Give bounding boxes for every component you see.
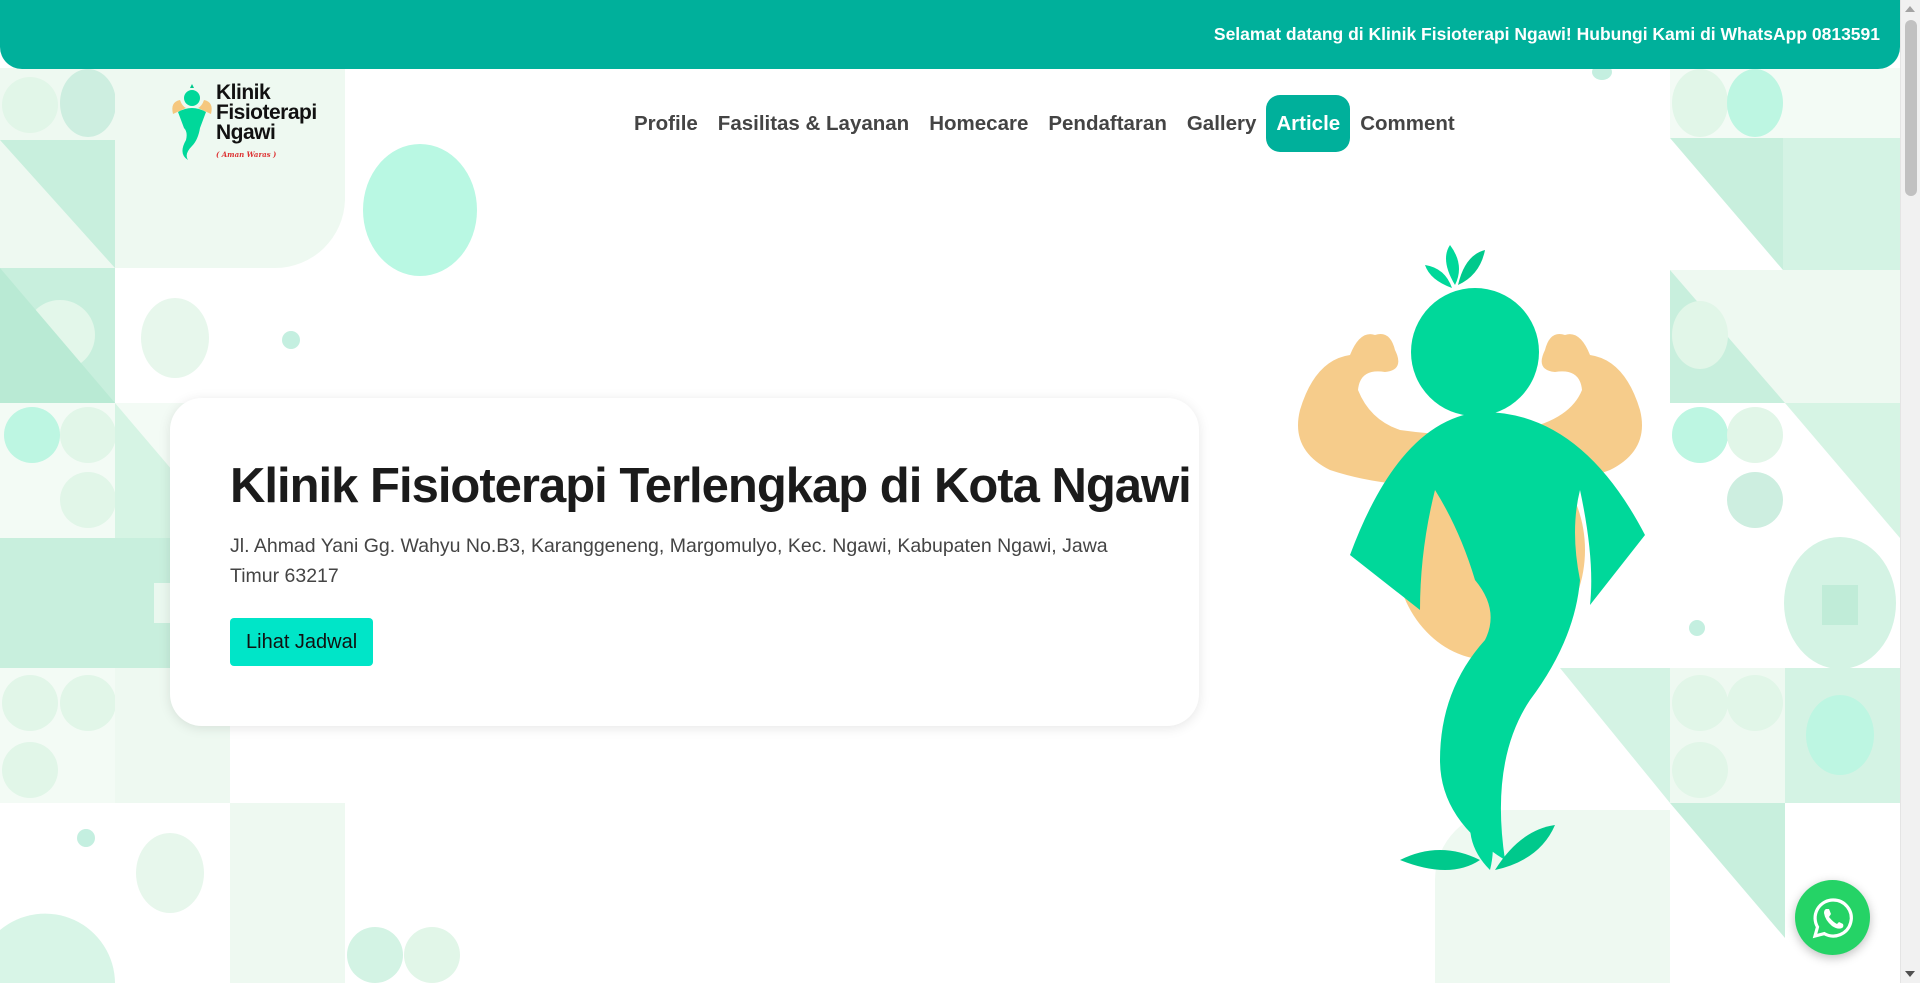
whatsapp-button[interactable] [1795, 880, 1870, 955]
hero-address: Jl. Ahmad Yani Gg. Wahyu No.B3, Karangge… [230, 535, 1108, 587]
page-scrollbar[interactable] [1900, 0, 1920, 983]
hero-card: Klinik Fisioterapi Terlengkap di Kota Ng… [170, 398, 1199, 726]
announcement-text: Selamat datang di Klinik Fisioterapi Nga… [1213, 24, 1880, 44]
logo-line-1: Klinik [216, 81, 271, 104]
nav-item-profile[interactable]: Profile [624, 95, 708, 152]
nav-item-article[interactable]: Article [1266, 95, 1351, 152]
logo-line-3: Ngawi [216, 121, 276, 144]
nav-item-comment[interactable]: Comment [1350, 95, 1465, 152]
hero-title: Klinik Fisioterapi Terlengkap di Kota Ng… [230, 459, 1192, 513]
logo-tagline: ( Aman Waras ) [216, 150, 277, 159]
logo-line-2: Fisioterapi [216, 101, 317, 124]
scroll-up-icon[interactable] [1905, 6, 1915, 12]
scroll-thumb[interactable] [1905, 20, 1917, 196]
mascot-illustration [1298, 245, 1645, 870]
nav-item-pendaftaran[interactable]: Pendaftaran [1038, 95, 1176, 152]
nav-item-gallery[interactable]: Gallery [1177, 95, 1267, 152]
whatsapp-icon [1812, 897, 1853, 938]
nav-item-homecare[interactable]: Homecare [919, 95, 1038, 152]
scroll-down-icon[interactable] [1905, 971, 1915, 977]
announcement-bar: Selamat datang di Klinik Fisioterapi Nga… [0, 0, 1900, 69]
lihat-jadwal-button[interactable]: Lihat Jadwal [230, 618, 374, 666]
main-nav: Profile Fasilitas & Layanan Homecare Pen… [624, 95, 1465, 152]
nav-item-fasilitas-layanan[interactable]: Fasilitas & Layanan [708, 95, 919, 152]
site-logo[interactable]: Klinik Fisioterapi Ngawi ( Aman Waras ) [168, 81, 328, 164]
logo-figure-icon [172, 84, 212, 160]
